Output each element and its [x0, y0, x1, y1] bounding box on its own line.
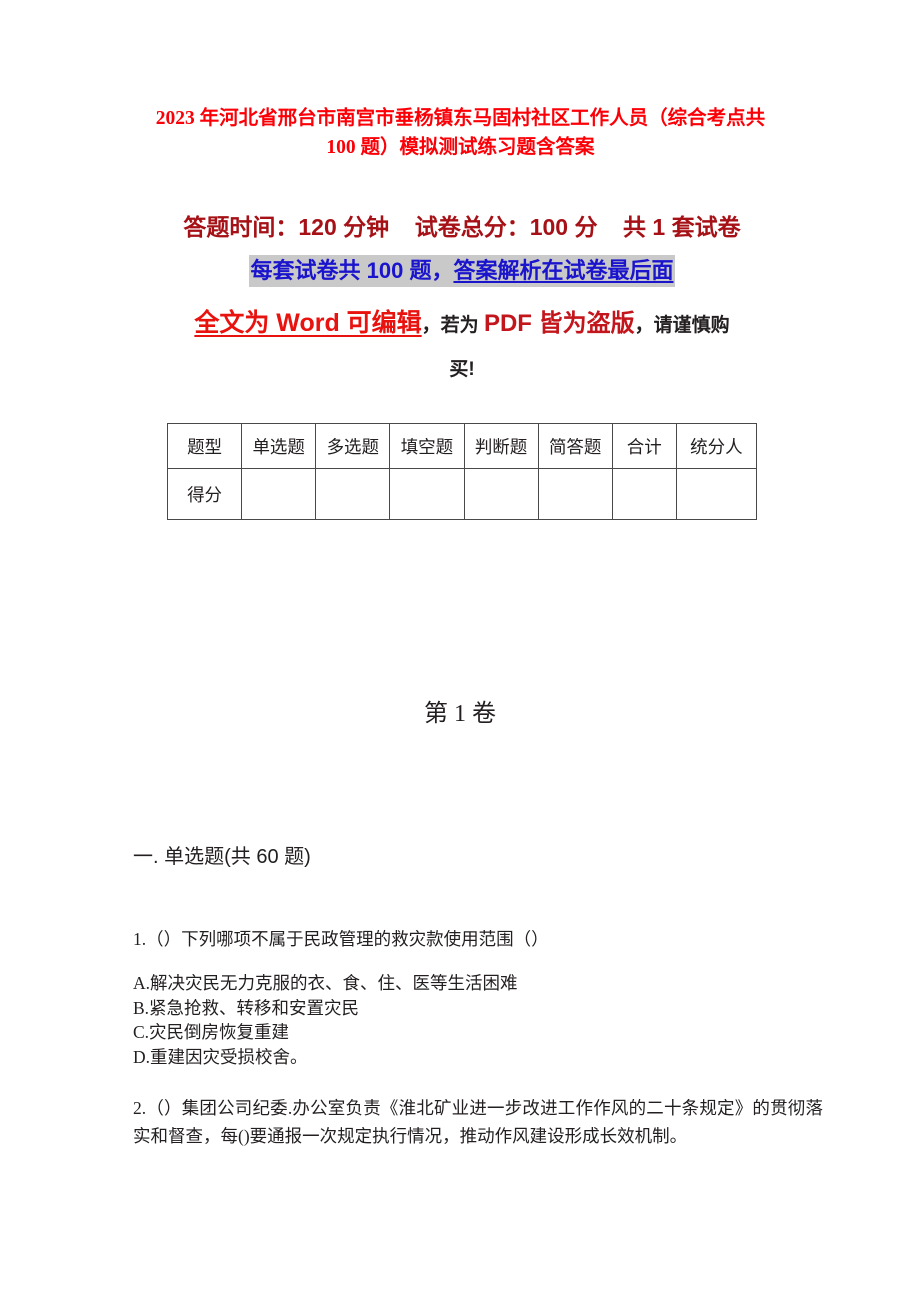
table-row-score: 得分 — [166, 468, 758, 520]
question-option-d[interactable]: D.重建因灾受损校舍。 — [133, 1045, 823, 1070]
table-row-label-score: 得分 — [166, 468, 243, 520]
question-stem-1: 1.（）下列哪项不属于民政管理的救灾款使用范围（） — [133, 929, 549, 949]
table-header-multiple-choice: 多选题 — [315, 423, 391, 469]
score-cell-short-answer[interactable] — [537, 468, 613, 520]
table-header-true-false: 判断题 — [463, 423, 539, 469]
exam-info-banner: 答题时间：120 分钟 试卷总分：100 分 共 1 套试卷 每套试卷共 100… — [148, 207, 776, 390]
question-option-c[interactable]: C.灾民倒房恢复重建 — [133, 1020, 823, 1045]
word-editable-notice-line: 全文为 Word 可编辑，若为 PDF 皆为盗版，请谨慎购 — [148, 303, 776, 347]
question-stem-2: 2.（）集团公司纪委.办公室负责《淮北矿业进一步改进工作作风的二十条规定》的贯彻… — [133, 1098, 823, 1146]
score-cell-fill-blank[interactable] — [389, 468, 465, 520]
table-header-short-answer: 简答题 — [537, 423, 613, 469]
question-item-1: 1.（）下列哪项不属于民政管理的救灾款使用范围（） A.解决灾民无力克服的衣、食… — [133, 925, 823, 1069]
pdf-piracy-emphasis: PDF 皆为盗版 — [483, 310, 635, 337]
question-option-a[interactable]: A.解决灾民无力克服的衣、食、住、医等生活困难 — [133, 971, 823, 996]
table-header-total: 合计 — [611, 423, 677, 469]
exam-time-score-line: 答题时间：120 分钟 试卷总分：100 分 共 1 套试卷 — [183, 214, 741, 240]
answer-location-line-wrap: 每套试卷共 100 题，答案解析在试卷最后面 — [148, 249, 776, 296]
question-option-b[interactable]: B.紧急抢救、转移和安置灾民 — [133, 996, 823, 1021]
score-table: 题型 单选题 多选题 填空题 判断题 简答题 合计 统分人 得分 — [166, 423, 758, 520]
purchase-caution-text: ，请谨慎购 — [634, 315, 730, 336]
word-editable-emphasis: 全文为 Word 可编辑 — [194, 309, 422, 337]
table-header-question-type: 题型 — [166, 423, 243, 469]
table-header-fill-blank: 填空题 — [389, 423, 465, 469]
volume-heading: 第 1 卷 — [424, 701, 496, 727]
answer-location-line: 每套试卷共 100 题，答案解析在试卷最后面 — [248, 255, 676, 287]
score-cell-total[interactable] — [611, 468, 677, 520]
answer-location-plain-text: 每套试卷共 100 题， — [250, 258, 454, 283]
score-cell-scorer[interactable] — [675, 468, 758, 520]
question-options-1: A.解决灾民无力克服的衣、食、住、医等生活困难 B.紧急抢救、转移和安置灾民 C… — [133, 971, 823, 1069]
table-row-header: 题型 单选题 多选题 填空题 判断题 简答题 合计 统分人 — [166, 423, 758, 469]
word-editable-connector-1: ，若为 — [421, 315, 484, 336]
table-header-single-choice: 单选题 — [241, 423, 317, 469]
score-cell-true-false[interactable] — [463, 468, 539, 520]
score-cell-single-choice[interactable] — [241, 468, 317, 520]
section-heading-single-choice: 一. 单选题(共 60 题) — [133, 846, 311, 868]
question-item-2: 2.（）集团公司纪委.办公室负责《淮北矿业进一步改进工作作风的二十条规定》的贯彻… — [133, 1094, 823, 1150]
purchase-caution-line-2: 买! — [148, 351, 776, 390]
table-header-scorer: 统分人 — [675, 423, 758, 469]
document-page: 2023 年河北省邢台市南宫市垂杨镇东马固村社区工作人员（综合考点共 100 题… — [0, 0, 920, 1302]
score-cell-multiple-choice[interactable] — [315, 468, 391, 520]
answer-location-underlined-text: 答案解析在试卷最后面 — [453, 258, 674, 283]
purchase-caution-text-continued: 买! — [449, 359, 475, 380]
document-title: 2023 年河北省邢台市南宫市垂杨镇东马固村社区工作人员（综合考点共 100 题… — [155, 108, 766, 158]
